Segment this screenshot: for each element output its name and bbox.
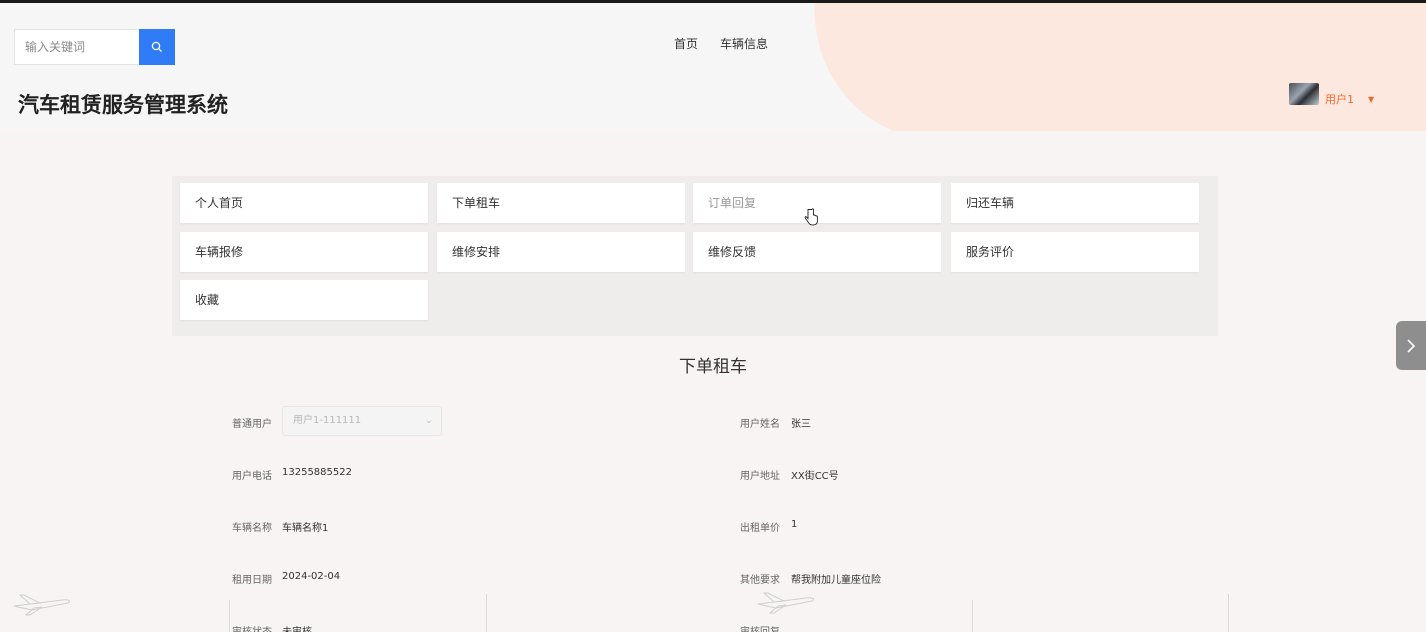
search-button[interactable] bbox=[139, 29, 175, 65]
nav-home[interactable]: 首页 bbox=[674, 35, 698, 52]
header-decoration bbox=[775, 3, 1426, 131]
menu-item-place-order[interactable]: 下单租车 bbox=[437, 183, 685, 223]
address-label: 用户地址 bbox=[740, 471, 780, 482]
status-label: 审核状态 bbox=[232, 623, 272, 632]
menu-item-repair-schedule[interactable]: 维修安排 bbox=[437, 232, 685, 272]
date-value: 2024-02-04 bbox=[282, 571, 341, 582]
chevron-down-icon: ⌄ bbox=[424, 415, 433, 426]
nav-vehicle-info[interactable]: 车辆信息 bbox=[720, 35, 768, 52]
username[interactable]: 用户1 bbox=[1325, 91, 1354, 107]
menu-item-repair-feedback[interactable]: 维修反馈 bbox=[693, 232, 941, 272]
name-label: 用户姓名 bbox=[740, 419, 780, 430]
status-value: 未审核 bbox=[282, 623, 312, 632]
phone-label: 用户电话 bbox=[232, 471, 272, 482]
site-title: 汽车租赁服务管理系统 bbox=[18, 93, 228, 117]
hand-cursor-icon bbox=[804, 208, 818, 226]
caret-down-icon[interactable]: ▼ bbox=[1368, 95, 1374, 104]
avatar[interactable] bbox=[1289, 83, 1319, 105]
menu-item-return-vehicle[interactable]: 归还车辆 bbox=[951, 183, 1199, 223]
airplane-icon bbox=[13, 594, 71, 616]
search-icon bbox=[151, 41, 162, 52]
form-title: 下单租车 bbox=[679, 357, 747, 377]
menu-item-service-rating[interactable]: 服务评价 bbox=[951, 232, 1199, 272]
other-value: 帮我附加儿童座位险 bbox=[791, 575, 881, 586]
user-type-label: 普通用户 bbox=[232, 419, 272, 430]
user-type-value: 用户1-111111 bbox=[293, 415, 362, 426]
price-label: 出租单价 bbox=[740, 523, 780, 534]
search-input[interactable] bbox=[14, 29, 139, 65]
phone-value: 13255885522 bbox=[282, 467, 352, 478]
tower-line bbox=[972, 600, 973, 632]
top-nav: 首页 车辆信息 bbox=[674, 35, 768, 52]
date-label: 租用日期 bbox=[232, 575, 272, 586]
tower-line bbox=[486, 594, 487, 632]
car-name-value: 车辆名称1 bbox=[282, 523, 329, 534]
address-value: XX街CC号 bbox=[791, 471, 839, 482]
airplane-icon bbox=[757, 592, 815, 614]
other-label: 其他要求 bbox=[740, 575, 780, 586]
menu-item-personal-home[interactable]: 个人首页 bbox=[180, 183, 428, 223]
site-header: 首页 车辆信息 汽车租赁服务管理系统 用户1 ▼ bbox=[0, 3, 1426, 131]
reply-label: 审核回复 bbox=[740, 623, 780, 632]
name-value: 张三 bbox=[791, 419, 811, 430]
tower-line bbox=[229, 600, 230, 632]
car-name-label: 车辆名称 bbox=[232, 523, 272, 534]
menu-item-favorites[interactable]: 收藏 bbox=[180, 280, 428, 320]
user-type-select[interactable]: 用户1-111111 ⌄ bbox=[282, 406, 442, 436]
user-menu[interactable]: 用户1 ▼ bbox=[1289, 81, 1374, 107]
user-center-menu: 个人首页 下单租车 订单回复 归还车辆 车辆报修 维修安排 维修反馈 服务评价 … bbox=[172, 176, 1218, 336]
menu-item-repair-report[interactable]: 车辆报修 bbox=[180, 232, 428, 272]
tower-line bbox=[1228, 594, 1229, 632]
price-value: 1 bbox=[791, 519, 798, 530]
search-bar bbox=[14, 29, 175, 65]
